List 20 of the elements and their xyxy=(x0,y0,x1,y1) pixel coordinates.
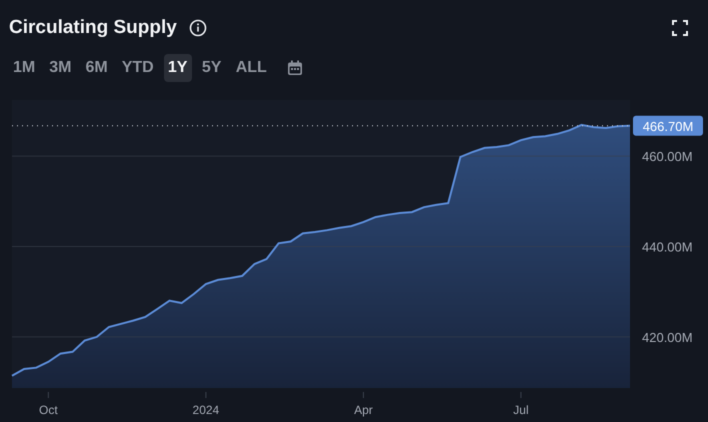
x-axis-label: Oct xyxy=(39,403,58,417)
y-axis-label: 440.00M xyxy=(642,239,693,254)
chart-title: Circulating Supply xyxy=(9,17,177,39)
range-tab[interactable]: 6M xyxy=(81,54,112,82)
ref-line-label: 466.70M xyxy=(642,118,694,134)
calendar-icon[interactable] xyxy=(286,60,303,76)
y-axis-label: 420.00M xyxy=(642,330,693,345)
current-value-badge: 466.70M xyxy=(633,116,703,136)
x-axis-label: Apr xyxy=(354,403,373,417)
range-tab[interactable]: 1Y xyxy=(164,54,192,82)
x-axis-label: Jul xyxy=(513,403,529,417)
x-axis-label: 2024 xyxy=(192,403,220,417)
range-tab[interactable]: YTD xyxy=(118,54,158,82)
range-tab[interactable]: ALL xyxy=(232,54,271,82)
info-icon[interactable] xyxy=(188,19,207,37)
range-tab[interactable]: 5Y xyxy=(198,54,226,82)
range-tab[interactable]: 1M xyxy=(9,54,40,82)
range-tab[interactable]: 3M xyxy=(45,54,76,82)
y-axis-label: 460.00M xyxy=(642,149,693,164)
fullscreen-icon[interactable] xyxy=(672,20,688,36)
